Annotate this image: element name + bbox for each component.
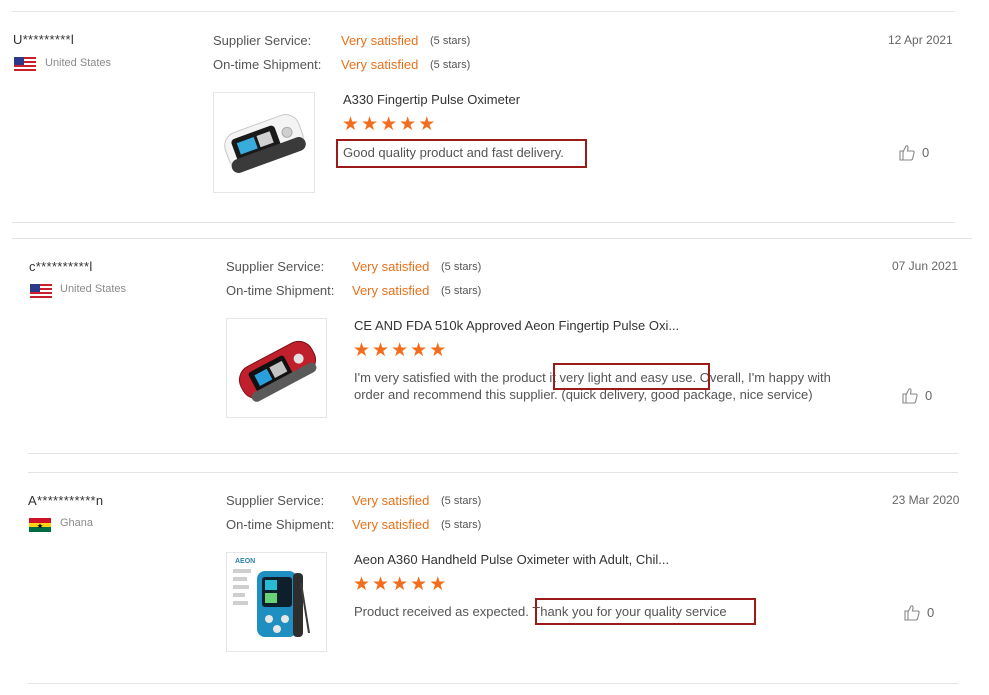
highlight-box (535, 598, 756, 625)
star-icon: ★ (410, 574, 428, 595)
star-icon: ★ (391, 574, 409, 595)
on-time-shipment-stars: (5 stars) (430, 59, 471, 71)
us-flag-icon (30, 284, 52, 298)
on-time-shipment-label: On-time Shipment: (226, 517, 335, 532)
supplier-service-stars: (5 stars) (430, 35, 471, 47)
thumbs-up-icon (904, 605, 920, 621)
product-thumbnail[interactable]: AEON (226, 552, 327, 652)
on-time-shipment-rating: Very satisfied (341, 57, 419, 72)
like-count: 0 (925, 388, 933, 403)
star-icon: ★ (399, 114, 417, 135)
star-icon: ★ (342, 114, 360, 135)
review-divider-2b (28, 472, 958, 473)
star-icon: ★ (410, 340, 428, 361)
like-button[interactable]: 0 (899, 144, 929, 161)
like-button[interactable]: 0 (902, 387, 932, 404)
supplier-service-stars: (5 stars) (441, 495, 482, 507)
product-title[interactable]: Aeon A360 Handheld Pulse Oximeter with A… (354, 552, 669, 567)
review-text-part: I'm very satisfied with the product (354, 370, 546, 385)
review-text-part: Product received as expected. (354, 604, 529, 619)
reviewer-name: U*********l (13, 32, 75, 47)
supplier-service-label: Supplier Service: (213, 33, 312, 48)
highlight-box (336, 139, 587, 168)
reviewer-country: Ghana (60, 517, 94, 529)
star-icon: ★ (372, 574, 390, 595)
on-time-shipment-rating: Very satisfied (352, 517, 430, 532)
star-icon: ★ (353, 574, 371, 595)
ghana-flag-icon (29, 518, 51, 532)
brand-logo: AEON (235, 558, 255, 565)
top-divider (12, 11, 955, 12)
review-divider-1b (12, 238, 972, 239)
us-flag-icon (14, 57, 36, 71)
product-rating: ★ ★ ★ ★ ★ (353, 574, 447, 595)
supplier-service-rating: Very satisfied (352, 493, 430, 508)
supplier-service-label: Supplier Service: (226, 493, 325, 508)
reviewer-country: United States (60, 283, 127, 295)
star-icon: ★ (361, 114, 379, 135)
review-text-part: Overall, I'm happy with (696, 370, 831, 385)
review-date: 07 Jun 2021 (892, 259, 959, 273)
star-icon: ★ (380, 114, 398, 135)
product-rating: ★ ★ ★ ★ ★ (342, 114, 436, 135)
thumbs-up-icon (899, 145, 915, 161)
reviewer-name: A***********n (28, 493, 104, 508)
star-icon: ★ (429, 340, 447, 361)
on-time-shipment-stars: (5 stars) (441, 519, 482, 531)
product-rating: ★ ★ ★ ★ ★ (353, 340, 447, 361)
like-count: 0 (927, 605, 935, 620)
star-icon: ★ (353, 340, 371, 361)
review-date: 12 Apr 2021 (888, 33, 953, 47)
supplier-service-stars: (5 stars) (441, 261, 482, 273)
supplier-service-rating: Very satisfied (341, 33, 419, 48)
like-button[interactable]: 0 (904, 604, 934, 621)
product-thumbnail[interactable] (226, 318, 327, 418)
star-icon: ★ (391, 340, 409, 361)
reviewer-country: United States (45, 57, 112, 69)
thumbs-up-icon (902, 388, 918, 404)
reviewer-name: c**********l (29, 259, 93, 274)
like-count: 0 (922, 145, 930, 160)
on-time-shipment-label: On-time Shipment: (226, 283, 335, 298)
review-divider-2 (28, 453, 958, 454)
review-divider-1 (12, 222, 955, 223)
star-icon: ★ (418, 114, 436, 135)
star-icon: ★ (429, 574, 447, 595)
review-date: 23 Mar 2020 (892, 493, 960, 507)
highlight-box (553, 363, 710, 390)
product-thumbnail[interactable] (213, 92, 315, 193)
review-divider-3 (28, 683, 958, 684)
star-icon: ★ (372, 340, 390, 361)
on-time-shipment-stars: (5 stars) (441, 285, 482, 297)
product-title[interactable]: A330 Fingertip Pulse Oximeter (343, 92, 520, 107)
supplier-service-rating: Very satisfied (352, 259, 430, 274)
on-time-shipment-label: On-time Shipment: (213, 57, 322, 72)
supplier-service-label: Supplier Service: (226, 259, 325, 274)
on-time-shipment-rating: Very satisfied (352, 283, 430, 298)
product-title[interactable]: CE AND FDA 510k Approved Aeon Fingertip … (354, 318, 679, 333)
